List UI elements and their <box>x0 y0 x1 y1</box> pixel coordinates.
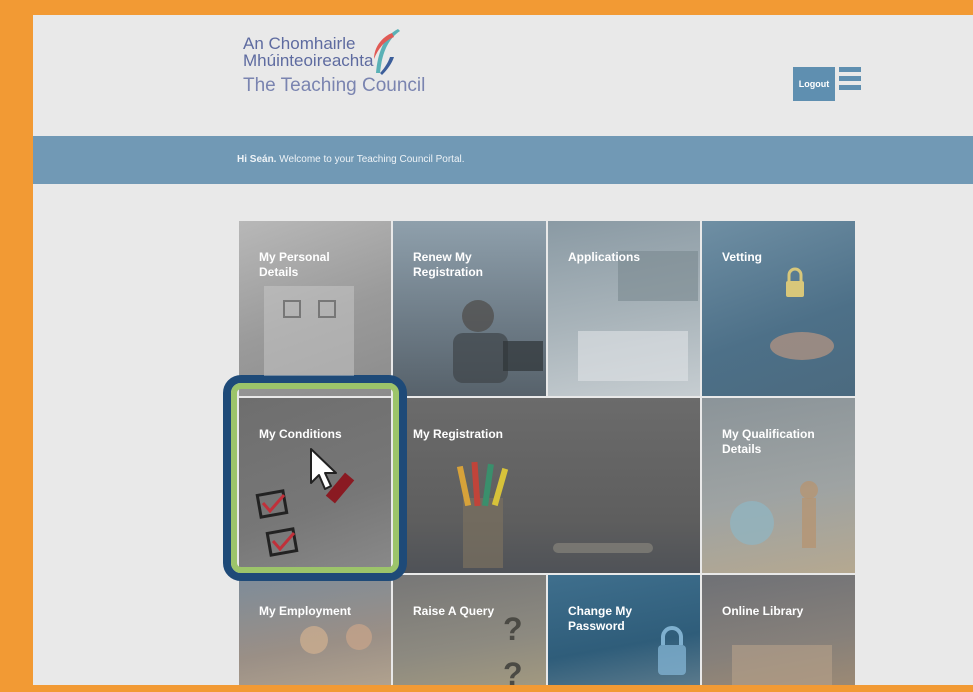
tile-label: My Personal Details <box>259 250 330 279</box>
checklist-icon <box>255 472 355 557</box>
tile-applications[interactable]: Applications <box>547 220 701 397</box>
tile-label: My Conditions <box>259 427 342 441</box>
tile-renew-my-registration[interactable]: Renew My Registration <box>392 220 547 397</box>
welcome-name: Hi Seán. <box>237 154 277 165</box>
portal-tile-grid: My Personal Details Renew My Registratio… <box>238 220 856 685</box>
pencil-cup-icon <box>456 461 653 568</box>
people-icon <box>300 624 372 654</box>
tile-label: Applications <box>568 250 641 264</box>
tile-vetting[interactable]: Vetting <box>701 220 856 397</box>
form-paper-icon <box>264 286 354 376</box>
tile-label: Change My Password <box>568 604 633 633</box>
tile-label: My Qualification Details <box>722 427 815 456</box>
tile-change-my-password[interactable]: Change My Password <box>547 574 701 685</box>
tile-my-registration[interactable]: My Registration <box>392 397 701 574</box>
tile-raise-a-query[interactable]: Raise A Query ? ? <box>392 574 547 685</box>
hamburger-menu-icon[interactable] <box>839 67 861 95</box>
welcome-message: Welcome to your Teaching Council Portal. <box>276 154 465 165</box>
tile-label: Raise A Query <box>413 604 495 618</box>
tile-label: Vetting <box>722 250 763 264</box>
logo-swoosh-icon <box>374 29 400 75</box>
svg-text:?: ? <box>503 656 523 685</box>
logout-button[interactable]: Logout <box>793 67 835 101</box>
portal-frame: An Chomhairle Mhúinteoireachta The Teach… <box>33 15 973 685</box>
tile-my-qualification-details[interactable]: My Qualification Details <box>701 397 856 574</box>
tile-my-conditions[interactable]: My Conditions <box>238 397 392 574</box>
site-header: An Chomhairle Mhúinteoireachta The Teach… <box>33 15 973 135</box>
books-icon <box>732 645 832 685</box>
tile-label: Online Library <box>722 604 804 618</box>
tile-label: Renew My Registration <box>413 250 484 279</box>
tile-my-employment[interactable]: My Employment <box>238 574 392 685</box>
tile-online-library[interactable]: Online Library <box>701 574 856 685</box>
tile-label: My Employment <box>259 604 352 618</box>
welcome-bar: Hi Seán. Welcome to your Teaching Counci… <box>33 136 973 184</box>
tile-label: My Registration <box>413 427 504 441</box>
globe-figures-icon <box>730 481 818 548</box>
lock-hand-icon <box>770 267 834 360</box>
tile-my-personal-details[interactable]: My Personal Details <box>238 220 392 397</box>
teaching-council-logo[interactable]: An Chomhairle Mhúinteoireachta The Teach… <box>243 29 425 97</box>
person-at-desk-icon <box>453 300 543 383</box>
